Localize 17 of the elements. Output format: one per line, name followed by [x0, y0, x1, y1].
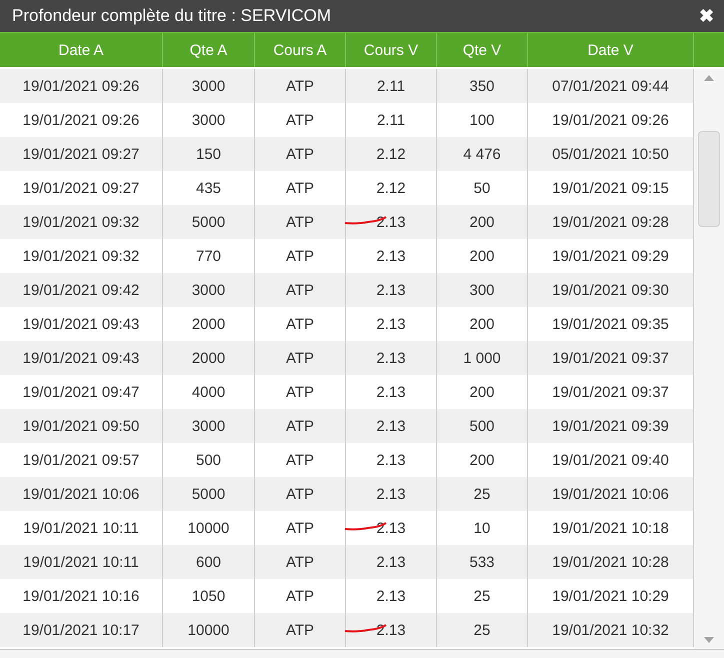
column-header[interactable]: Cours A: [255, 33, 346, 67]
column-header[interactable]: Date A: [0, 33, 163, 67]
table-cell: 2.13: [346, 613, 437, 647]
column-header[interactable]: Qte A: [163, 33, 255, 67]
scrollbar[interactable]: [694, 69, 724, 649]
close-button[interactable]: ✖: [699, 5, 714, 27]
scroll-thumb[interactable]: [698, 131, 720, 227]
scroll-up-icon[interactable]: [704, 75, 714, 81]
scroll-down-icon[interactable]: [704, 637, 714, 643]
column-header[interactable]: Date V: [528, 33, 694, 67]
table-cell: 25: [437, 613, 528, 647]
table-cell: ATP: [255, 613, 346, 647]
table-cell: 10000: [163, 613, 255, 647]
table-cell: 19/01/2021 10:17: [0, 613, 163, 647]
column-header[interactable]: Qte V: [437, 33, 528, 67]
column-header[interactable]: Cours V: [346, 33, 437, 67]
window-title: Profondeur complète du titre : SERVICOM: [12, 6, 332, 26]
